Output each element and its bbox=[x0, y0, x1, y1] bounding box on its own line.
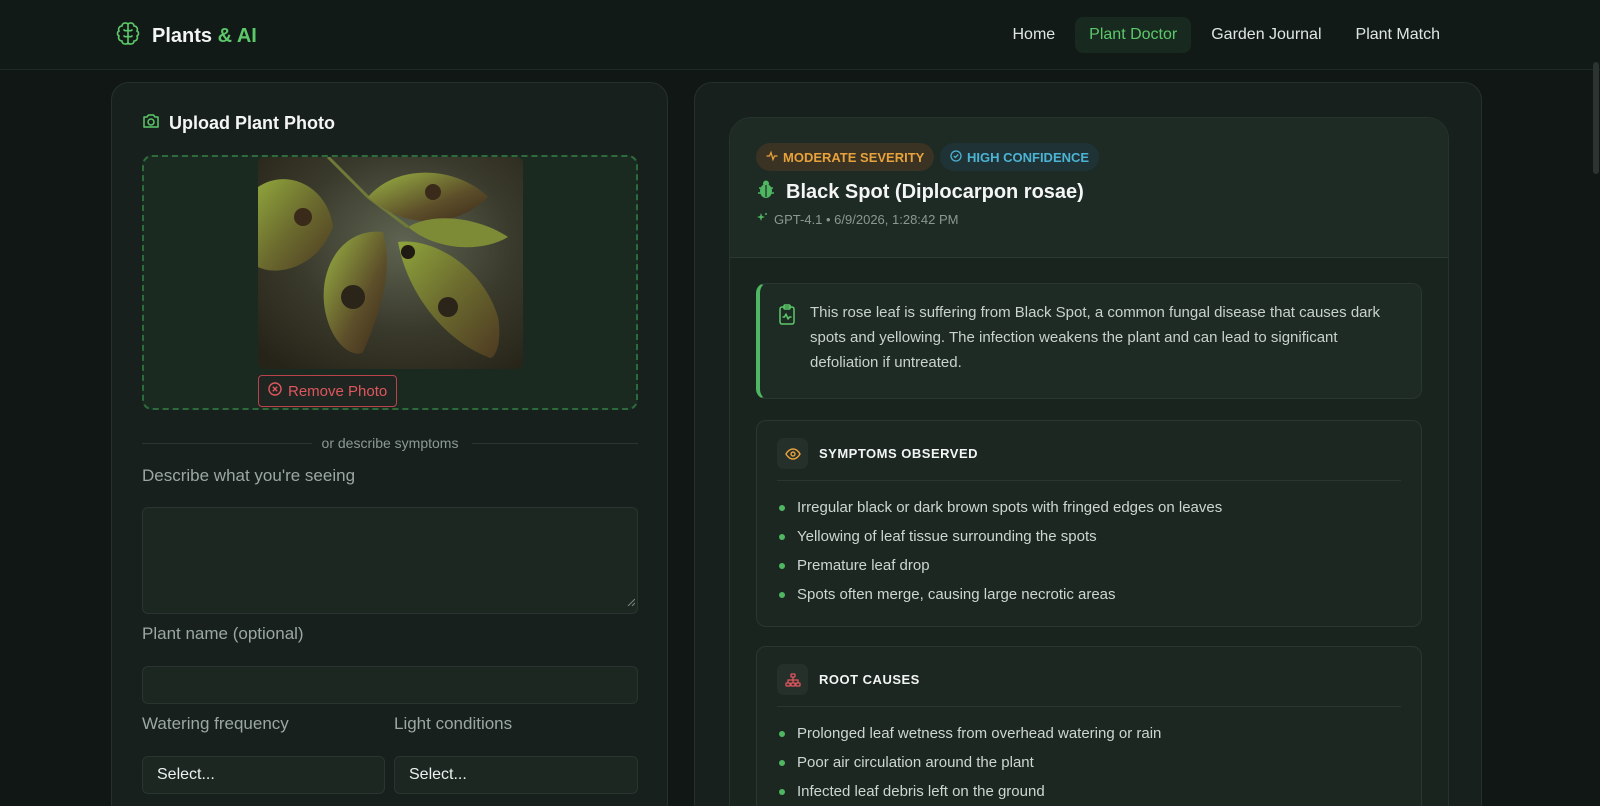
list-item: Poor air circulation around the plant bbox=[779, 748, 1161, 777]
root-causes-section: ROOT CAUSES Prolonged leaf wetness from … bbox=[756, 646, 1422, 806]
watering-label: Watering frequency bbox=[142, 714, 289, 733]
describe-label: Describe what you're seeing bbox=[142, 466, 356, 485]
photo-dropzone[interactable]: Remove Photo bbox=[142, 155, 638, 410]
check-circle-icon bbox=[950, 149, 962, 165]
diagnosis-title: Black Spot (Diplocarpon rosae) bbox=[756, 179, 1084, 205]
list-item: Infected leaf debris left on the ground bbox=[779, 777, 1161, 806]
top-header: Plants & AI Home Plant Doctor Garden Jou… bbox=[0, 0, 1600, 70]
sparkle-icon bbox=[756, 212, 768, 227]
list-item: Irregular black or dark brown spots with… bbox=[779, 493, 1222, 522]
resize-grip-icon[interactable] bbox=[627, 593, 636, 611]
upload-panel: Upload Plant Photo Remove Photo or descr… bbox=[111, 82, 668, 806]
or-divider: or describe symptoms bbox=[142, 435, 638, 451]
nav-home[interactable]: Home bbox=[998, 17, 1069, 53]
symptoms-title: SYMPTOMS OBSERVED bbox=[819, 446, 978, 461]
summary-text: This rose leaf is suffering from Black S… bbox=[810, 304, 1380, 371]
diagnosis-meta: GPT-4.1 • 6/9/2026, 1:28:42 PM bbox=[756, 212, 959, 227]
remove-photo-button[interactable]: Remove Photo bbox=[258, 375, 398, 407]
uploaded-plant-photo bbox=[258, 157, 523, 369]
hierarchy-icon bbox=[777, 664, 808, 695]
list-item: Spots often merge, causing large necroti… bbox=[779, 580, 1222, 609]
diagnosis-panel: MODERATE SEVERITY HIGH CONFIDENCE Black … bbox=[694, 82, 1482, 806]
nav-plant-match[interactable]: Plant Match bbox=[1342, 17, 1454, 53]
symptoms-section: SYMPTOMS OBSERVED Irregular black or dar… bbox=[756, 420, 1422, 627]
divider-text: or describe symptoms bbox=[321, 435, 459, 451]
diagnosis-header: MODERATE SEVERITY HIGH CONFIDENCE Black … bbox=[730, 118, 1448, 258]
list-item: Prolonged leaf wetness from overhead wat… bbox=[779, 719, 1161, 748]
light-label: Light conditions bbox=[394, 714, 513, 733]
list-item: Premature leaf drop bbox=[779, 551, 1222, 580]
nav-garden-journal[interactable]: Garden Journal bbox=[1197, 17, 1335, 53]
camera-icon bbox=[142, 113, 160, 134]
remove-photo-label: Remove Photo bbox=[288, 382, 388, 400]
diagnosis-summary: This rose leaf is suffering from Black S… bbox=[756, 283, 1422, 399]
severity-badge: MODERATE SEVERITY bbox=[756, 143, 935, 171]
activity-icon bbox=[766, 150, 778, 165]
plant-name-label: Plant name (optional) bbox=[142, 624, 304, 643]
nav-plant-doctor[interactable]: Plant Doctor bbox=[1075, 17, 1192, 53]
brain-icon bbox=[114, 20, 142, 53]
clipboard-pulse-icon bbox=[778, 304, 796, 331]
root-causes-title: ROOT CAUSES bbox=[819, 672, 920, 687]
confidence-badge: HIGH CONFIDENCE bbox=[940, 143, 1100, 171]
plant-name-input[interactable] bbox=[142, 666, 638, 704]
brand-name: Plants & AI bbox=[152, 25, 257, 47]
list-item: Yellowing of leaf tissue surrounding the… bbox=[779, 522, 1222, 551]
brand-logo[interactable]: Plants & AI bbox=[114, 20, 257, 53]
root-causes-list: Prolonged leaf wetness from overhead wat… bbox=[779, 719, 1161, 806]
page-scrollbar[interactable] bbox=[1593, 62, 1599, 174]
close-circle-icon bbox=[268, 382, 282, 400]
symptoms-list: Irregular black or dark brown spots with… bbox=[779, 493, 1222, 609]
main-nav: Home Plant Doctor Garden Journal Plant M… bbox=[998, 17, 1454, 53]
bug-icon bbox=[756, 179, 776, 205]
symptoms-textarea[interactable] bbox=[142, 507, 638, 614]
light-select[interactable]: Select... bbox=[394, 756, 638, 794]
watering-select[interactable]: Select... bbox=[142, 756, 385, 794]
diagnosis-card: MODERATE SEVERITY HIGH CONFIDENCE Black … bbox=[729, 117, 1449, 806]
eye-icon bbox=[777, 438, 808, 469]
upload-title: Upload Plant Photo bbox=[142, 113, 335, 134]
